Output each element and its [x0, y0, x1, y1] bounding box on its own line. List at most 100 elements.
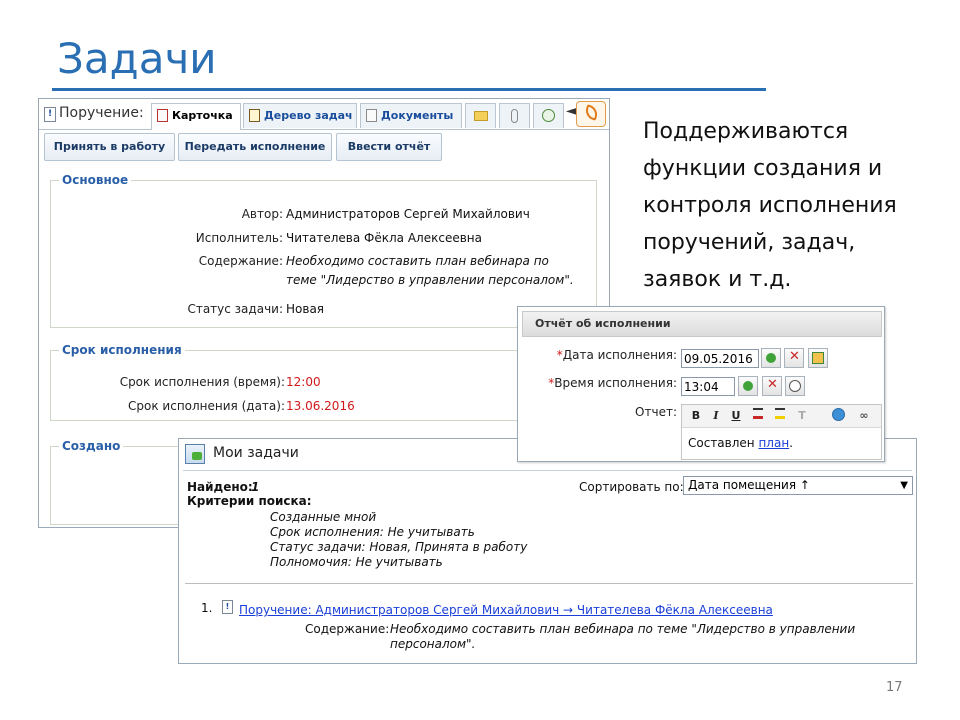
editor-content: Составлен план.	[688, 436, 793, 450]
accept-button[interactable]: Принять в работу	[44, 133, 175, 161]
text-color-icon[interactable]	[750, 408, 766, 424]
enter-report-button[interactable]: Ввести отчёт	[336, 133, 442, 161]
my-tasks-window: Мои задачи Найдено: 1 Критерии поиска: С…	[178, 438, 917, 664]
plus-green-icon	[743, 381, 753, 391]
italic-button[interactable]: I	[708, 408, 724, 424]
time-add-button[interactable]	[738, 376, 758, 396]
documents-icon	[366, 109, 377, 122]
author-value: Администраторов Сергей Михайлович	[286, 207, 530, 221]
time-clock-button[interactable]	[785, 376, 805, 396]
date-clear-button[interactable]: ✕	[784, 348, 804, 368]
result-task-link[interactable]: Поручение: Администраторов Сергей Михайл…	[239, 603, 773, 617]
task-window-header-label: Поручение:	[59, 105, 144, 121]
dropdown-arrow-icon: ▼	[900, 480, 908, 491]
report-time-label: *Время исполнения:	[548, 376, 677, 390]
transfer-button[interactable]: Передать исполнение	[178, 133, 332, 161]
criteria-label: Критерии поиска:	[187, 494, 312, 508]
created-section-legend: Создано	[62, 439, 121, 453]
clear-format-icon[interactable]: T	[794, 408, 810, 424]
report-date-label: *Дата исполнения:	[557, 348, 677, 362]
author-label: Автор:	[241, 207, 283, 221]
criteria-item: Статус задачи: Новая, Принята в работу	[270, 540, 528, 554]
close-icon: ✕	[767, 377, 778, 392]
time-clear-button[interactable]: ✕	[762, 376, 782, 396]
slide-text-line: Поддерживаются	[643, 119, 849, 144]
paperclip-icon	[511, 109, 518, 123]
result-content-label: Содержание:	[305, 622, 390, 636]
my-tasks-title-divider	[183, 470, 912, 471]
result-content-line-2: персоналом".	[390, 637, 476, 651]
status-label: Статус задачи:	[187, 302, 283, 316]
slide-text-line: функции создания и	[643, 156, 883, 181]
content-line-2: теме "Лидерство в управлении персоналом"…	[286, 273, 574, 287]
tab-documents-label: Документы	[381, 109, 454, 122]
history-clock-icon	[542, 109, 555, 122]
report-window-title: Отчёт об исполнении	[522, 311, 882, 337]
task-tree-icon	[249, 109, 260, 122]
slide-text-line: заявок и т.д.	[643, 267, 792, 292]
task-type-icon: !	[222, 600, 233, 614]
card-icon	[157, 109, 168, 122]
my-tasks-title: Мои задачи	[213, 445, 299, 461]
criteria-item: Созданные мной	[270, 510, 377, 524]
main-section-legend: Основное	[62, 173, 129, 187]
insert-link-globe-icon[interactable]	[830, 408, 846, 424]
tab-attachments[interactable]	[499, 103, 530, 128]
tab-folder[interactable]	[465, 103, 496, 128]
result-content-line-1: Необходимо составить план вебинара по те…	[390, 622, 856, 636]
deadline-date-label: Срок исполнения (дата):	[128, 399, 285, 413]
report-time-input[interactable]: 13:04	[681, 377, 735, 396]
slide-description: Поддерживаются функции создания и контро…	[643, 113, 943, 298]
report-rich-editor[interactable]: B I U T ∞ Составлен план.	[681, 404, 882, 460]
report-text-label: Отчет:	[635, 405, 677, 419]
tab-bar: ! Поручение: Карточка Дерево задач Докум…	[39, 99, 609, 130]
date-calendar-button[interactable]	[808, 348, 828, 368]
editor-content-text: Составлен	[688, 436, 759, 450]
link-chain-icon[interactable]: ∞	[856, 408, 872, 424]
report-date-label-text: Дата исполнения:	[562, 348, 677, 362]
my-tasks-icon	[185, 444, 205, 464]
tab-task-tree[interactable]: Дерево задач	[243, 103, 357, 128]
task-type-icon: !	[44, 107, 56, 122]
report-date-input[interactable]: 09.05.2016	[681, 349, 759, 368]
page-number: 17	[886, 680, 903, 695]
sort-select[interactable]: Дата помещения ↑ ▼	[683, 476, 913, 495]
tab-task-tree-label: Дерево задач	[264, 109, 353, 122]
sort-label: Сортировать по:	[579, 480, 684, 494]
editor-content-link[interactable]: план	[758, 436, 789, 450]
tab-edit[interactable]	[576, 101, 606, 127]
deadline-date-value: 13.06.2016	[286, 399, 355, 413]
title-underline	[52, 88, 766, 91]
result-index: 1.	[201, 601, 213, 615]
deadline-time-label: Срок исполнения (время):	[119, 375, 285, 389]
tab-card[interactable]: Карточка	[151, 103, 241, 130]
pencil-icon	[583, 104, 600, 121]
deadline-time-value: 12:00	[286, 375, 321, 389]
tab-documents[interactable]: Документы	[360, 103, 462, 128]
content-label: Содержание:	[198, 254, 283, 268]
plus-green-icon	[766, 353, 776, 363]
folder-icon	[474, 111, 488, 121]
calendar-icon	[812, 352, 824, 364]
found-label: Найдено:	[187, 480, 253, 494]
highlight-color-icon[interactable]	[772, 408, 788, 424]
slide-text-line: поручений, задач,	[643, 230, 856, 255]
underline-button[interactable]: U	[728, 408, 744, 424]
found-count: 1	[251, 480, 260, 494]
close-icon: ✕	[789, 349, 800, 364]
slide-title: Задачи	[57, 34, 217, 83]
sort-select-value: Дата помещения ↑	[688, 478, 810, 492]
content-line-1: Необходимо составить план вебинара по	[286, 254, 549, 268]
slide-text-line: контроля исполнения	[643, 193, 897, 218]
tab-history[interactable]	[533, 103, 564, 128]
editor-toolbar: B I U T ∞	[682, 405, 881, 428]
executor-label: Исполнитель:	[195, 231, 283, 245]
criteria-item: Полномочия: Не учитывать	[270, 555, 443, 569]
criteria-item: Срок исполнения: Не учитывать	[270, 525, 475, 539]
bold-button[interactable]: B	[688, 408, 704, 424]
results-divider	[185, 583, 913, 584]
tab-card-label: Карточка	[172, 109, 233, 122]
deadline-section-legend: Срок исполнения	[62, 343, 182, 357]
date-add-button[interactable]	[761, 348, 781, 368]
clock-icon	[789, 380, 801, 392]
